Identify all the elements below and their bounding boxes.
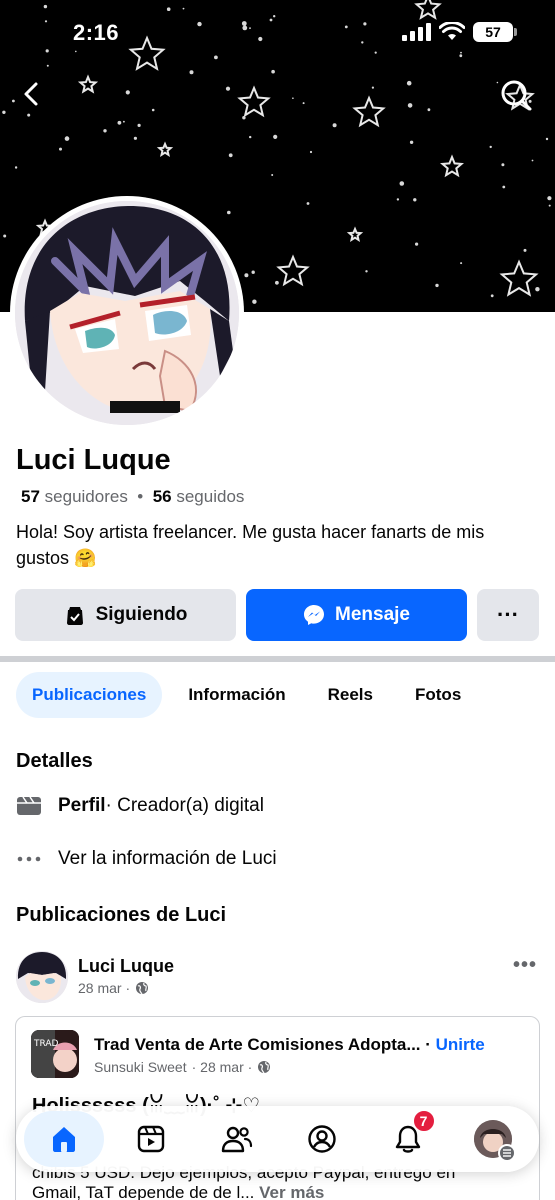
stats-separator: •: [137, 487, 144, 506]
menu-lines-icon: [497, 1144, 516, 1162]
battery-indicator: 57: [473, 22, 517, 42]
nav-menu[interactable]: [455, 1111, 531, 1167]
tab-fotos[interactable]: Fotos: [399, 672, 477, 718]
profile-type-row: Perfil · Creador(a) digital: [16, 795, 264, 817]
friends-icon: [221, 1126, 252, 1153]
message-label: Mensaje: [335, 604, 410, 625]
profile-type-value: · Creador(a) digital: [105, 795, 264, 816]
nav-profile[interactable]: [284, 1111, 360, 1167]
clapperboard-icon: [16, 795, 42, 817]
home-icon: [53, 1127, 75, 1152]
tab-publicaciones[interactable]: Publicaciones: [16, 672, 163, 718]
dots-icon: [16, 855, 42, 863]
followers-count[interactable]: 57: [21, 487, 40, 506]
join-separator: ·: [420, 1035, 436, 1054]
avatar-image: [15, 201, 239, 425]
join-group-link[interactable]: Unirte: [436, 1035, 485, 1054]
wifi-icon: [439, 22, 465, 40]
see-info-row[interactable]: Ver la información de Luci: [16, 848, 277, 870]
message-button[interactable]: Mensaje: [246, 589, 467, 641]
following-label: Siguiendo: [95, 604, 188, 625]
post-date: 28 mar ·: [78, 980, 149, 996]
followers-label[interactable]: seguidores: [45, 487, 128, 506]
nav-video[interactable]: [113, 1111, 189, 1167]
post-author-name[interactable]: Luci Luque: [78, 956, 174, 977]
signal-icon: [402, 23, 431, 41]
tab-reels[interactable]: Reels: [312, 672, 389, 718]
chevron-left-icon: [24, 82, 38, 106]
profile-type-label: Perfil: [58, 795, 106, 816]
see-more-link[interactable]: Ver más: [259, 1183, 324, 1200]
following-button[interactable]: Siguiendo: [15, 589, 236, 641]
posts-title: Publicaciones de Luci: [16, 904, 227, 926]
group-thumbnail[interactable]: TRAD: [31, 1030, 79, 1078]
profile-stats: 57 seguidores • 56 seguidos: [21, 487, 244, 507]
back-button[interactable]: [16, 78, 48, 110]
nav-home[interactable]: [24, 1111, 104, 1167]
status-time: 2:16: [73, 20, 120, 45]
following-count[interactable]: 56: [153, 487, 172, 506]
status-icons: 57: [401, 22, 517, 42]
more-icon: ···: [497, 602, 519, 627]
bottom-navigation: 7: [16, 1106, 539, 1172]
following-label[interactable]: seguidos: [176, 487, 244, 506]
profile-icon: [308, 1125, 336, 1153]
nav-notifications[interactable]: 7: [370, 1109, 446, 1167]
shared-post-text-line3: Gmail, TaT depende de de l... Ver más: [32, 1183, 324, 1200]
notification-badge: 7: [411, 1109, 436, 1133]
nav-friends[interactable]: [199, 1111, 275, 1167]
search-icon: [501, 80, 532, 111]
group-name[interactable]: Trad Venta de Arte Comisiones Adopta...: [94, 1035, 421, 1054]
following-box-icon: [66, 607, 83, 625]
search-button[interactable]: [499, 78, 533, 112]
shared-post-meta: Sunsuki Sweet · 28 mar ·: [94, 1059, 271, 1075]
status-bar: 2:16 57: [0, 0, 555, 66]
see-info-link[interactable]: Ver la información de Luci: [58, 848, 277, 870]
video-icon: [138, 1125, 165, 1153]
more-options-button[interactable]: ···: [477, 589, 539, 641]
post-date-text: 28 mar ·: [78, 980, 131, 996]
tab-informacion[interactable]: Información: [172, 672, 301, 718]
globe-icon: [136, 982, 149, 995]
post-author-avatar[interactable]: [16, 951, 68, 1003]
profile-avatar[interactable]: [10, 196, 244, 430]
profile-tabs: Publicaciones Información Reels Fotos: [16, 672, 487, 718]
section-divider: [0, 656, 555, 662]
post-options-button[interactable]: •••: [513, 954, 537, 977]
shared-date: · 28 mar ·: [191, 1059, 253, 1075]
shared-author[interactable]: Sunsuki Sweet: [94, 1059, 187, 1075]
messenger-icon: [304, 605, 324, 625]
shared-post-excerpt: Gmail, TaT depende de de l...: [32, 1183, 255, 1200]
profile-name: Luci Luque: [16, 444, 171, 476]
profile-bio: Hola! Soy artista freelancer. Me gusta h…: [16, 522, 485, 568]
globe-icon: [258, 1061, 271, 1074]
svg-text:TRAD: TRAD: [33, 1039, 59, 1049]
details-title: Detalles: [16, 750, 93, 772]
group-title[interactable]: Trad Venta de Arte Comisiones Adopta... …: [94, 1035, 529, 1055]
